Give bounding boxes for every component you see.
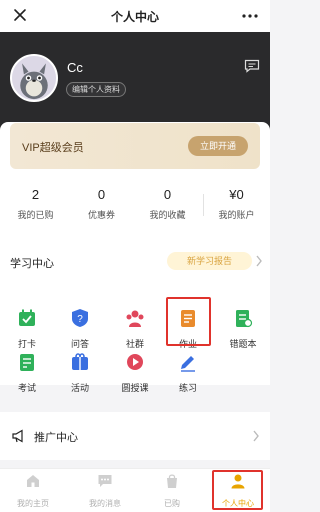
grid-item-checkin[interactable]: 打卡 — [2, 308, 52, 350]
totoro-avatar-icon — [12, 56, 56, 100]
tab-label: 我的主页 — [17, 499, 49, 508]
stat-value: 0 — [163, 187, 172, 202]
chevron-right-icon — [253, 430, 259, 442]
stat-value: ¥0 — [229, 187, 244, 202]
exam-icon — [20, 354, 34, 371]
wrong-book-icon — [236, 310, 253, 328]
question-icon: ? — [72, 309, 88, 327]
grid-item-wrong-book[interactable]: 错题本 — [218, 308, 268, 350]
stat-account[interactable]: ¥0 我的账户 — [203, 186, 270, 221]
study-center-title: 学习中心 — [10, 258, 54, 270]
promotion-center-label: 推广中心 — [34, 432, 78, 444]
grid-item-label: 社群 — [125, 339, 144, 349]
megaphone-icon — [12, 429, 23, 443]
grid-item-label: 错题本 — [229, 339, 257, 349]
stat-value: 0 — [97, 187, 106, 202]
stat-coupons[interactable]: 0 优惠券 — [68, 186, 135, 221]
study-report-badge[interactable]: 新学习报告 — [167, 252, 252, 270]
edit-profile-button[interactable]: 编辑个人资料 — [66, 82, 126, 97]
more-icon[interactable] — [240, 8, 260, 24]
page-title: 个人中心 — [110, 10, 159, 24]
grid-item-activity[interactable]: 活动 — [55, 352, 105, 394]
grid-item-label: 圆授课 — [121, 383, 149, 393]
top-bar: 个人中心 — [0, 0, 270, 32]
purchased-icon — [167, 474, 177, 488]
grid-item-lecture[interactable]: 圆授课 — [110, 352, 160, 394]
tab-messages[interactable]: 我的消息 — [78, 473, 132, 509]
vip-banner[interactable]: VIP超级会员 立即开通 — [10, 123, 260, 169]
lecture-icon — [127, 354, 143, 370]
grid-item-community[interactable]: 社群 — [110, 308, 160, 350]
avatar[interactable] — [10, 54, 58, 102]
grid-item-exam[interactable]: 考试 — [2, 352, 52, 394]
grid-item-label: 练习 — [178, 383, 197, 393]
community-icon — [126, 310, 144, 327]
tab-purchased[interactable]: 已购 — [145, 473, 199, 509]
grid-item-practice[interactable]: 练习 — [163, 352, 213, 394]
grid-item-label: 打卡 — [17, 339, 36, 349]
stat-purchased[interactable]: 2 我的已购 — [2, 186, 69, 221]
personal-center-highlight-box — [212, 470, 263, 510]
promotion-center-row[interactable]: 推广中心 — [0, 412, 270, 460]
stat-value: 2 — [31, 187, 40, 202]
chat-icon[interactable] — [244, 59, 260, 73]
tab-label: 已购 — [164, 499, 180, 508]
tab-label: 我的消息 — [89, 499, 121, 508]
username: Cc — [67, 60, 83, 75]
tab-home[interactable]: 我的主页 — [6, 473, 60, 509]
grid-item-label: 考试 — [17, 383, 36, 393]
message-icon — [98, 475, 112, 487]
homework-highlight-box — [166, 297, 211, 346]
stat-label: 我的已购 — [17, 210, 54, 220]
stats-row: 2 我的已购 0 优惠券 0 我的收藏 ¥0 我的账户 — [0, 186, 270, 228]
grid-item-label: 问答 — [70, 339, 89, 349]
grid-item-label: 活动 — [70, 383, 89, 393]
stat-label: 我的账户 — [218, 210, 255, 220]
vip-open-button[interactable]: 立即开通 — [188, 136, 248, 156]
home-icon — [27, 475, 39, 487]
chevron-right-icon[interactable] — [255, 254, 263, 268]
stat-favorites[interactable]: 0 我的收藏 — [134, 186, 201, 221]
stat-label: 我的收藏 — [149, 210, 186, 220]
grid-item-qa[interactable]: ? 问答 — [55, 308, 105, 350]
stat-label: 优惠券 — [87, 210, 115, 220]
checkin-calendar-icon — [19, 309, 35, 326]
activity-icon — [72, 353, 88, 370]
practice-icon — [181, 356, 195, 372]
vip-label: VIP超级会员 — [22, 142, 84, 154]
svg-text:?: ? — [77, 314, 83, 325]
